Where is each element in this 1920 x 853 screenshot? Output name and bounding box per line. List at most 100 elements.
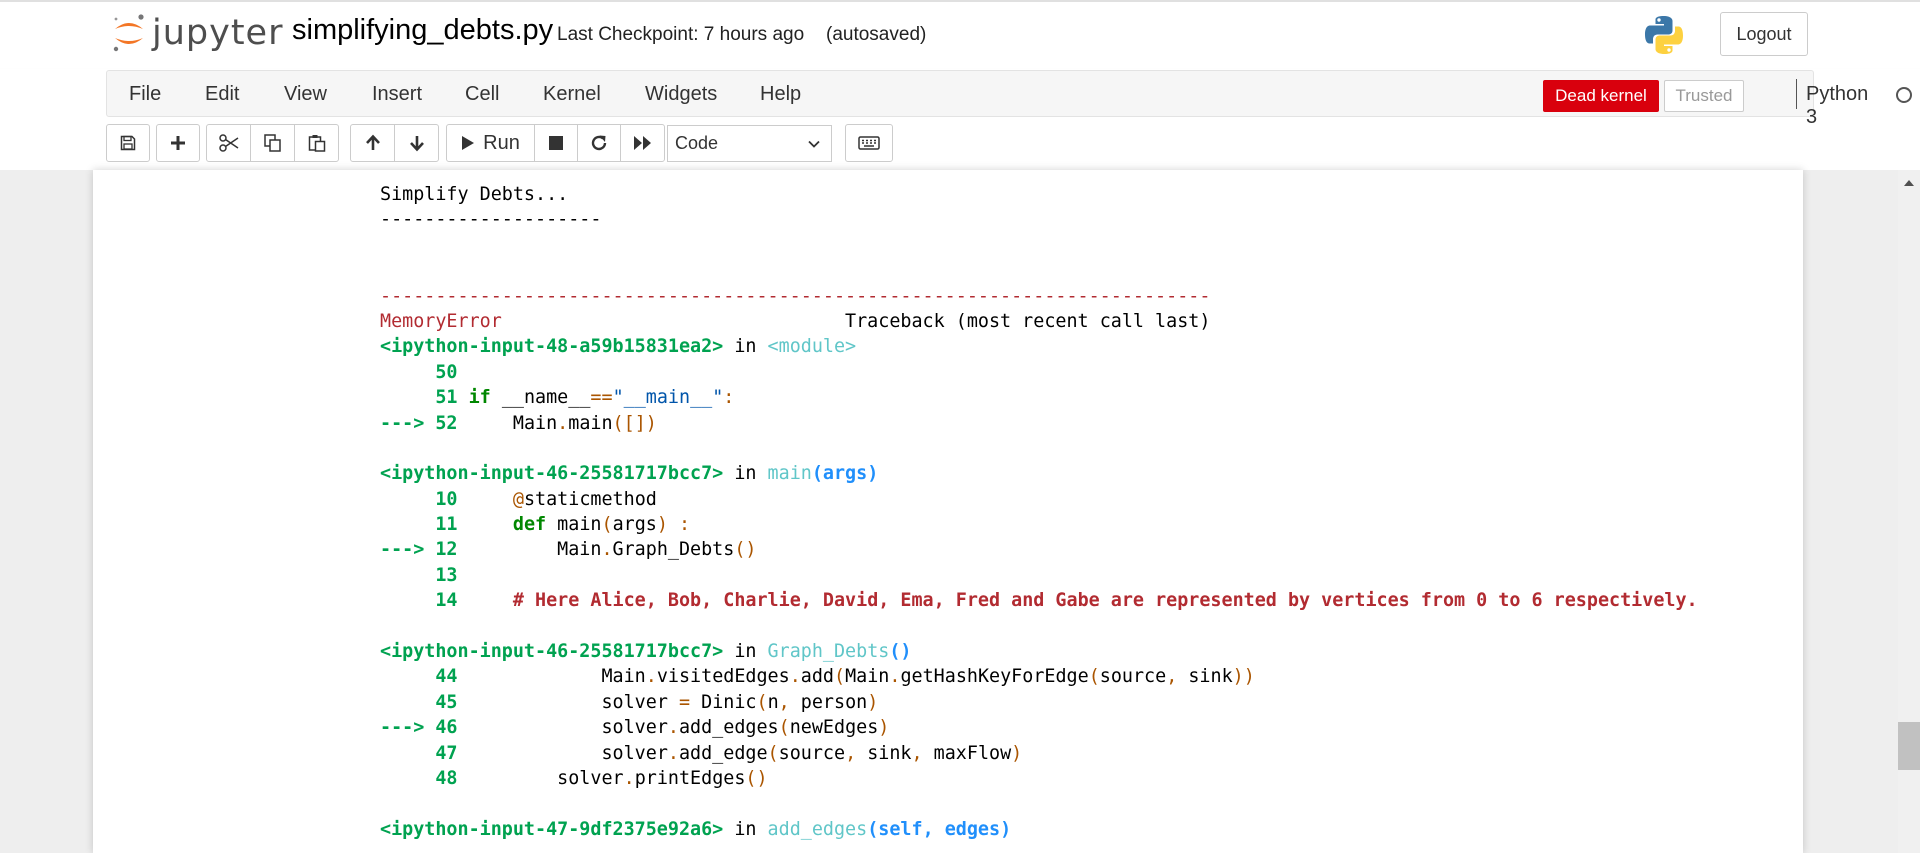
output-segment: source — [778, 742, 846, 764]
plus-icon — [171, 136, 185, 150]
output-segment: n — [767, 691, 779, 713]
output-segment: getHashKeyForEdge — [900, 666, 1089, 688]
cell-type-select[interactable]: Code — [667, 125, 832, 162]
output-segment: solver — [457, 742, 668, 764]
menu-help[interactable]: Help — [760, 83, 801, 106]
interrupt-kernel-button[interactable] — [534, 124, 578, 162]
output-segment: staticmethod — [523, 488, 657, 510]
notebook-name[interactable]: simplifying_debts.py — [292, 14, 553, 47]
output-line: -------------------- — [380, 207, 1698, 232]
output-segment: Main — [457, 539, 602, 561]
output-segment: 50 — [380, 361, 458, 383]
output-segment: main — [546, 514, 602, 536]
output-segment: ( — [778, 717, 790, 739]
copy-icon — [263, 134, 281, 152]
output-segment: # Here Alice, Bob, Charlie, David, Ema, … — [512, 590, 1698, 612]
output-segment: 13 — [380, 564, 458, 586]
output-line: ---> 52 Main.main([]) — [380, 411, 1698, 436]
logout-button[interactable]: Logout — [1720, 12, 1808, 56]
fast-forward-icon — [633, 136, 651, 150]
save-icon — [120, 135, 136, 151]
output-segment — [458, 590, 513, 611]
menu-edit[interactable]: Edit — [205, 83, 239, 106]
insert-cell-button[interactable] — [156, 124, 200, 162]
output-segment: 11 — [380, 514, 458, 536]
output-segment: 44 — [380, 666, 458, 688]
autosave-status: (autosaved) — [826, 24, 927, 45]
jupyter-logo-text: jupyter — [152, 13, 284, 53]
menu-view[interactable]: View — [284, 83, 327, 106]
last-checkpoint[interactable]: Last Checkpoint: 7 hours ago — [557, 24, 804, 46]
jupyter-logo[interactable]: jupyter — [112, 13, 283, 53]
output-segment: 10 — [380, 488, 458, 510]
restart-kernel-button[interactable] — [577, 124, 621, 162]
output-line: 14 # Here Alice, Bob, Charlie, David, Em… — [380, 588, 1698, 613]
output-segment: person — [789, 691, 868, 713]
output-segment: Main — [457, 666, 646, 688]
output-segment: in — [723, 818, 768, 840]
output-segment: maxFlow — [922, 742, 1012, 764]
stop-icon — [549, 136, 563, 150]
page-scrollbar[interactable] — [1898, 170, 1920, 853]
output-segment: ( — [1088, 666, 1100, 688]
move-up-button[interactable] — [350, 124, 395, 162]
output-segment — [458, 387, 469, 408]
scroll-up-arrow-icon[interactable] — [1904, 179, 1914, 186]
restart-run-all-button[interactable] — [620, 124, 665, 162]
chevron-down-icon — [808, 140, 820, 148]
notebook-area: Simplify Debts... -------------------- ---… — [0, 170, 1920, 853]
dead-kernel-badge[interactable]: Dead kernel — [1543, 80, 1659, 112]
output-segment: <ipython-input-47-9df2375e92a6> — [380, 818, 724, 840]
output-segment: add_edges — [678, 717, 779, 739]
output-segment: ) — [656, 514, 668, 536]
trusted-badge[interactable]: Trusted — [1664, 80, 1744, 112]
command-palette-button[interactable] — [845, 124, 893, 162]
save-button[interactable] — [106, 124, 150, 162]
menubar-container: File Edit View Insert Cell Kernel Widget… — [0, 69, 1920, 171]
menu-insert[interactable]: Insert — [372, 83, 422, 106]
output-segment: sink — [1177, 666, 1233, 688]
menu-cell[interactable]: Cell — [465, 83, 499, 106]
clipboard-icon — [308, 135, 325, 152]
output-segment: . — [645, 666, 657, 688]
output-segment: if — [468, 387, 491, 409]
paste-button[interactable] — [294, 124, 339, 162]
run-button[interactable]: Run — [446, 124, 535, 162]
output-segment: __name__ — [490, 387, 591, 409]
output-line: 47 solver.add_edge(source, sink, maxFlow… — [380, 741, 1698, 766]
scrollbar-thumb[interactable] — [1898, 722, 1920, 770]
output-line: <ipython-input-46-25581717bcc7> in Graph… — [380, 639, 1698, 664]
output-segment: . — [889, 666, 901, 688]
output-segment: = — [678, 691, 691, 713]
menu-file[interactable]: File — [129, 83, 161, 106]
output-segment: printEdges — [634, 767, 746, 789]
output-segment — [458, 489, 513, 510]
keyboard-icon — [858, 136, 880, 150]
menu-widgets[interactable]: Widgets — [645, 83, 717, 106]
output-line: MemoryError Traceback (most recent call … — [380, 309, 1698, 334]
output-line: 45 solver = Dinic(n, person) — [380, 690, 1698, 715]
output-segment: sink — [856, 742, 912, 764]
menu-kernel[interactable]: Kernel — [543, 83, 601, 106]
move-down-button[interactable] — [394, 124, 439, 162]
output-segment: ( — [767, 742, 779, 764]
output-segment: Graph_Debts — [612, 539, 735, 561]
output-segment: <ipython-input-46-25581717bcc7> — [380, 641, 724, 663]
output-segment: newEdges — [789, 717, 879, 739]
output-segment: : — [723, 387, 735, 409]
output-segment: main — [568, 412, 613, 434]
output-segment: ( — [601, 514, 613, 536]
output-segment: ) — [878, 717, 890, 739]
scissors-icon — [218, 134, 238, 152]
restart-icon — [591, 135, 607, 151]
output-segment: 51 — [380, 387, 458, 409]
output-segment: , — [845, 742, 857, 764]
copy-button[interactable] — [250, 124, 295, 162]
cut-button[interactable] — [206, 124, 251, 162]
kernel-separator — [1796, 79, 1797, 109]
output-line: 11 def main(args) : — [380, 512, 1698, 537]
output-segment: Dinic — [690, 691, 757, 713]
arrow-up-icon — [365, 134, 380, 150]
output-segment: , — [778, 691, 790, 713]
